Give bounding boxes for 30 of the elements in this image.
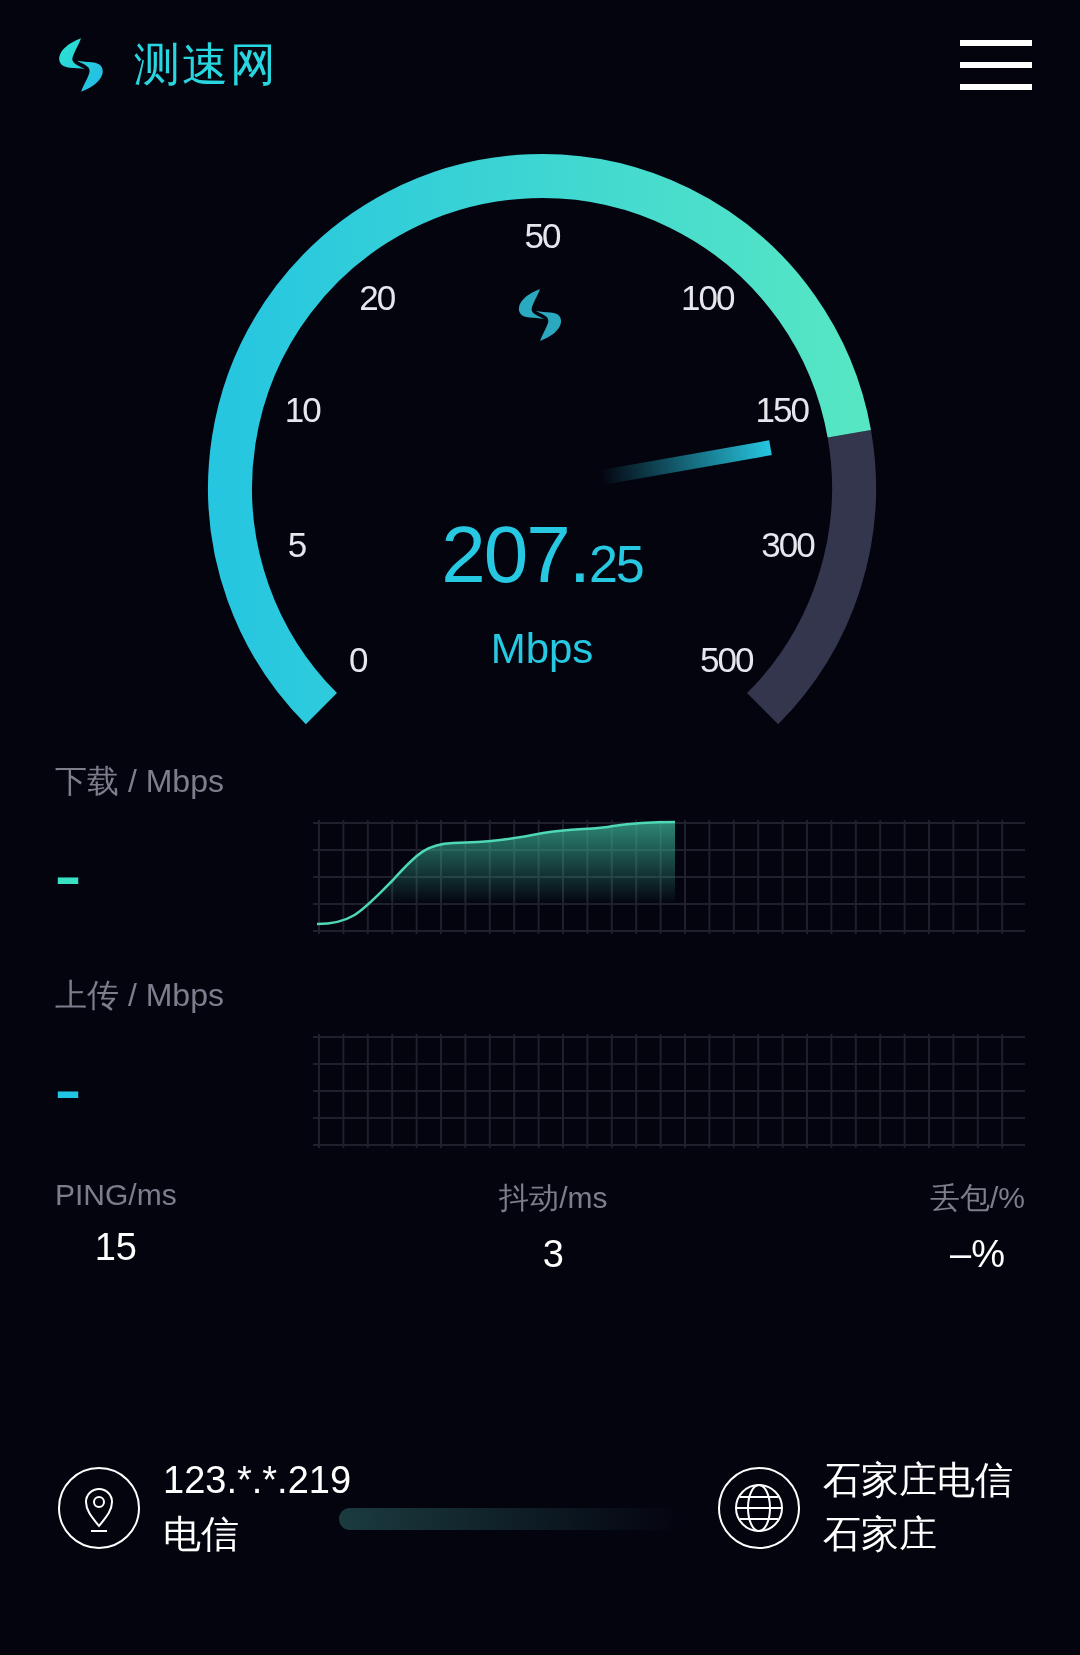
gauge-scale-label: 300 <box>761 524 814 565</box>
server-name: 石家庄电信 <box>823 1461 1014 1501</box>
gauge-scale-label: 5 <box>287 524 306 565</box>
client-ip: 123.*.*.219 <box>163 1461 352 1501</box>
menu-icon[interactable] <box>960 40 1032 90</box>
client-isp: 电信 <box>163 1514 240 1555</box>
gauge-scale-label: 100 <box>681 277 734 318</box>
stat-label: 丢包/% <box>929 1180 1025 1216</box>
gauge-scale-label: 20 <box>359 277 395 318</box>
logo-icon <box>519 289 561 341</box>
server-city: 石家庄 <box>823 1514 939 1555</box>
gauge-scale-label: 10 <box>284 390 320 431</box>
globe-icon <box>717 1465 802 1550</box>
location-pin-icon <box>57 1465 141 1550</box>
stat-value: 3 <box>542 1233 564 1276</box>
metric-value: – <box>55 1065 82 1117</box>
stat-value: 15 <box>94 1226 137 1269</box>
gauge-scale-label: 0 <box>348 639 367 680</box>
gauge-scale-label: 50 <box>524 216 560 256</box>
gauge-scale-label: 150 <box>755 390 808 431</box>
brand-name: 测速网 <box>134 36 278 93</box>
metric-label: 上传 / Mbps <box>55 976 225 1015</box>
stat-value: –% <box>950 1233 1005 1276</box>
metric-label: 下载 / Mbps <box>55 762 225 801</box>
metric-value: – <box>55 851 82 903</box>
stat-label: 抖动/ms <box>499 1180 608 1216</box>
speed-value: 207.25 <box>441 515 643 595</box>
gauge-scale-label: 500 <box>700 639 753 680</box>
speed-unit: Mbps <box>490 625 594 673</box>
stat-label: PING/ms <box>55 1178 177 1212</box>
